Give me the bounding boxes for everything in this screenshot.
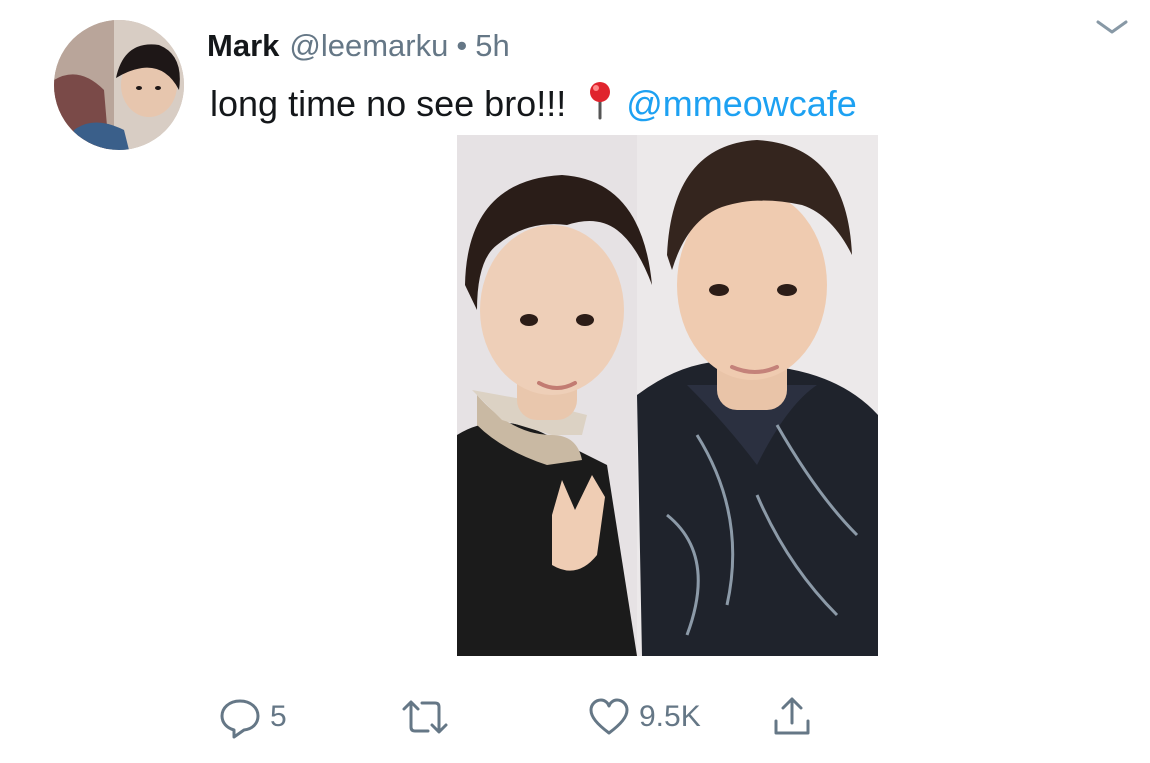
share-button[interactable] bbox=[770, 692, 814, 742]
reply-button[interactable]: 5 bbox=[218, 692, 287, 742]
share-icon bbox=[774, 697, 810, 735]
author-avatar[interactable] bbox=[54, 20, 184, 150]
heart-icon bbox=[589, 698, 629, 735]
tweet-text: long time no see bro!!! @mmeowcafe bbox=[210, 80, 857, 128]
tweet-actions: 5 9.5K bbox=[0, 692, 1150, 742]
tweet-header: Mark @leemarku • 5h bbox=[207, 28, 510, 68]
tweet-timestamp[interactable]: 5h bbox=[475, 28, 509, 64]
reply-icon bbox=[220, 699, 260, 739]
selfie-photo-image bbox=[457, 135, 878, 656]
header-separator: • bbox=[456, 28, 468, 63]
author-name[interactable]: Mark bbox=[207, 28, 279, 64]
retweet-button[interactable] bbox=[400, 692, 458, 742]
avatar-image bbox=[54, 20, 184, 150]
chevron-down-icon bbox=[1096, 20, 1128, 34]
retweet-icon bbox=[402, 700, 448, 734]
tweet-photo[interactable] bbox=[457, 135, 878, 656]
like-count: 9.5K bbox=[639, 700, 701, 733]
mention-link[interactable]: @mmeowcafe bbox=[626, 83, 857, 125]
author-handle[interactable]: @leemarku bbox=[289, 28, 448, 64]
tweet-body-text: long time no see bro!!! bbox=[210, 83, 567, 124]
reply-count: 5 bbox=[270, 700, 287, 733]
like-button[interactable]: 9.5K bbox=[587, 692, 701, 742]
round-pushpin-icon bbox=[586, 80, 614, 129]
tweet-menu-button[interactable] bbox=[1092, 12, 1132, 40]
